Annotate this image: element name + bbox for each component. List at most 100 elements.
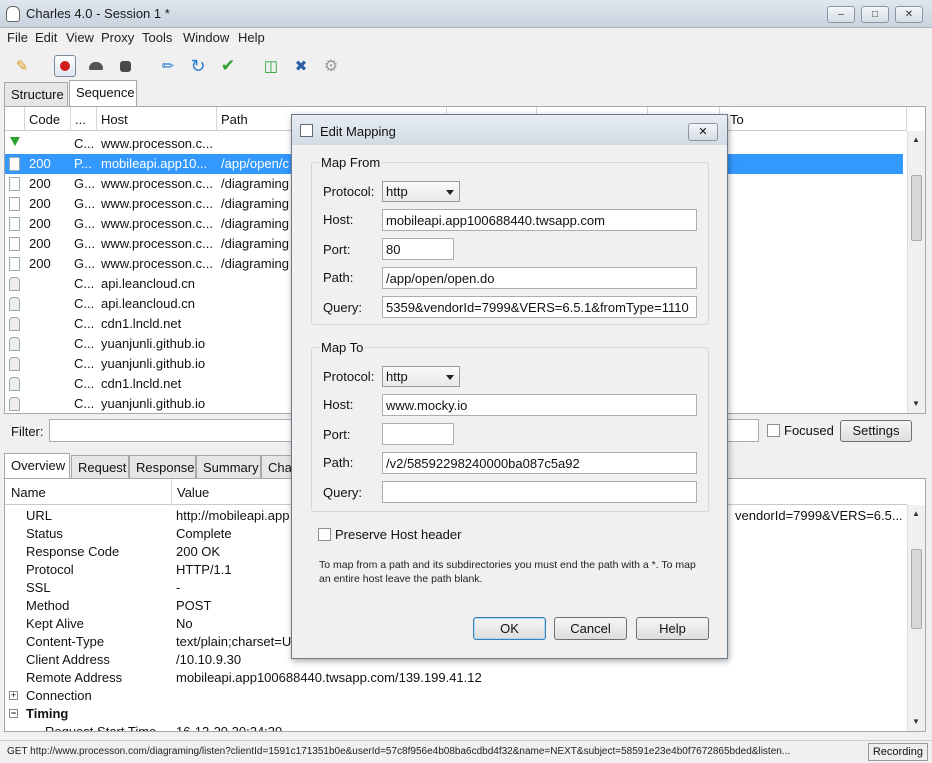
cell-path: /app/open/c — [221, 156, 289, 171]
table-scroll-thumb[interactable] — [911, 175, 922, 241]
menu-edit[interactable]: Edit — [35, 30, 57, 45]
overview-scrollbar[interactable]: ▲ ▼ — [907, 505, 925, 731]
filter-label: Filter: — [11, 424, 44, 439]
breakpoints-icon[interactable] — [114, 55, 136, 77]
to-query-input[interactable] — [382, 481, 697, 503]
tab-summary[interactable]: Summary — [196, 455, 261, 479]
menu-tools[interactable]: Tools — [142, 30, 172, 45]
connection-label: Connection — [26, 688, 92, 703]
from-query-input[interactable]: 5359&vendorId=7999&VERS=6.5.1&fromType=1… — [382, 296, 697, 318]
collapse-minus-icon[interactable]: − — [9, 709, 18, 718]
dialog-close-button[interactable]: ✕ — [688, 123, 718, 141]
tools-icon[interactable]: ✖ — [290, 55, 312, 77]
dialog-title: Edit Mapping — [320, 124, 396, 139]
document-icon — [9, 217, 20, 231]
status-text: GET http://www.processon.com/diagraming/… — [7, 746, 791, 757]
overview-row-name: Remote Address — [26, 670, 123, 685]
tab-structure[interactable]: Structure — [4, 82, 68, 106]
preserve-host-checkbox[interactable] — [318, 528, 331, 541]
menu-proxy[interactable]: Proxy — [101, 30, 134, 45]
to-host-input[interactable]: www.mocky.io — [382, 394, 697, 416]
record-button[interactable] — [54, 55, 76, 77]
column-header-host[interactable]: Host — [97, 107, 217, 131]
cell-code: 200 — [29, 176, 51, 191]
to-path-input[interactable]: /v2/58592298240000ba087c5a92 — [382, 452, 697, 474]
scroll-down-arrow-icon[interactable]: ▼ — [912, 399, 920, 408]
to-port-label: Port: — [323, 427, 351, 442]
validate-check-icon[interactable]: ✔ — [217, 55, 239, 77]
cell-host: www.processon.c... — [101, 216, 213, 231]
column-header-name[interactable]: Name — [11, 485, 46, 500]
from-host-input[interactable]: mobileapi.app100688440.twsapp.com — [382, 209, 697, 231]
column-header-method[interactable]: ... — [71, 107, 97, 131]
menu-help[interactable]: Help — [238, 30, 265, 45]
menu-view[interactable]: View — [66, 30, 94, 45]
menu-window[interactable]: Window — [183, 30, 229, 45]
broom-clear-icon[interactable]: ✎ — [11, 55, 33, 77]
map-to-title: Map To — [319, 340, 366, 355]
tab-request[interactable]: Request — [71, 455, 129, 479]
cell-path: /diagraming — [221, 176, 289, 191]
minimize-button[interactable]: – — [827, 6, 855, 23]
compose-pen-icon[interactable]: ✏ — [157, 55, 179, 77]
cell-host: cdn1.lncld.net — [101, 376, 182, 391]
scroll-down-arrow-icon[interactable]: ▼ — [912, 717, 920, 726]
menu-bar: File Edit View Proxy Tools Window Help — [0, 28, 932, 48]
maximize-button[interactable]: □ — [861, 6, 889, 23]
focused-checkbox[interactable] — [767, 424, 780, 437]
column-header-icon — [5, 107, 25, 131]
cell-method: G... — [74, 216, 95, 231]
tab-sequence[interactable]: Sequence — [69, 80, 137, 106]
close-window-button[interactable]: ✕ — [895, 6, 923, 23]
menu-file[interactable]: File — [7, 30, 28, 45]
throttle-turtle-icon[interactable] — [85, 55, 107, 77]
to-protocol-select[interactable]: http — [382, 366, 460, 387]
document-icon — [9, 237, 20, 251]
from-path-input[interactable]: /app/open/open.do — [382, 267, 697, 289]
lock-icon — [9, 377, 20, 391]
from-protocol-select[interactable]: http — [382, 181, 460, 202]
settings-gear-icon[interactable]: ⚙ — [320, 55, 342, 77]
chevron-down-icon — [446, 375, 454, 380]
help-button[interactable]: Help — [636, 617, 709, 640]
cell-host: yuanjunli.github.io — [101, 336, 206, 351]
expand-plus-icon[interactable]: + — [9, 691, 18, 700]
overview-row-value: http://mobileapi.app — [176, 508, 290, 523]
repeat-refresh-icon[interactable]: ↻ — [187, 55, 209, 77]
overview-row-value: 200 OK — [176, 544, 221, 559]
cell-host: www.processon.c... — [101, 196, 213, 211]
column-header-to[interactable]: To — [720, 107, 907, 131]
basket-icon[interactable]: ◫ — [260, 55, 282, 77]
download-arrow-icon — [9, 137, 20, 151]
overview-row-value: mobileapi.app100688440.twsapp.com/139.19… — [176, 670, 482, 685]
column-header-code[interactable]: Code — [25, 107, 71, 131]
cancel-button[interactable]: Cancel — [554, 617, 627, 640]
to-port-input[interactable] — [382, 423, 454, 445]
tab-overview[interactable]: Overview — [4, 453, 70, 479]
window-title: Charles 4.0 - Session 1 * — [26, 6, 170, 21]
settings-button[interactable]: Settings — [840, 420, 912, 442]
scroll-up-arrow-icon[interactable]: ▲ — [912, 135, 920, 144]
overview-scroll-thumb[interactable] — [911, 549, 922, 629]
from-port-input[interactable]: 80 — [382, 238, 454, 260]
cell-host: www.processon.c... — [101, 176, 213, 191]
cell-code: 200 — [29, 216, 51, 231]
ok-button[interactable]: OK — [473, 617, 546, 640]
overview-row-value: No — [176, 616, 193, 631]
recording-indicator: Recording — [867, 743, 928, 761]
tab-chart[interactable]: Char — [261, 455, 296, 479]
to-protocol-label: Protocol: — [323, 369, 375, 384]
to-protocol-value: http — [386, 369, 408, 384]
tab-response[interactable]: Response — [129, 455, 196, 479]
cell-path: /diagraming — [221, 256, 289, 271]
overview-row-name: Protocol — [26, 562, 74, 577]
column-header-value[interactable]: Value — [177, 485, 209, 500]
cell-method: P... — [74, 156, 92, 171]
lock-icon — [9, 297, 20, 311]
cell-method: C... — [74, 336, 95, 351]
table-scrollbar[interactable]: ▲ ▼ — [907, 131, 925, 413]
cell-host: api.leancloud.cn — [101, 276, 195, 291]
cell-host: yuanjunli.github.io — [101, 356, 206, 371]
scroll-up-arrow-icon[interactable]: ▲ — [912, 509, 920, 518]
cell-method: C... — [74, 316, 95, 331]
